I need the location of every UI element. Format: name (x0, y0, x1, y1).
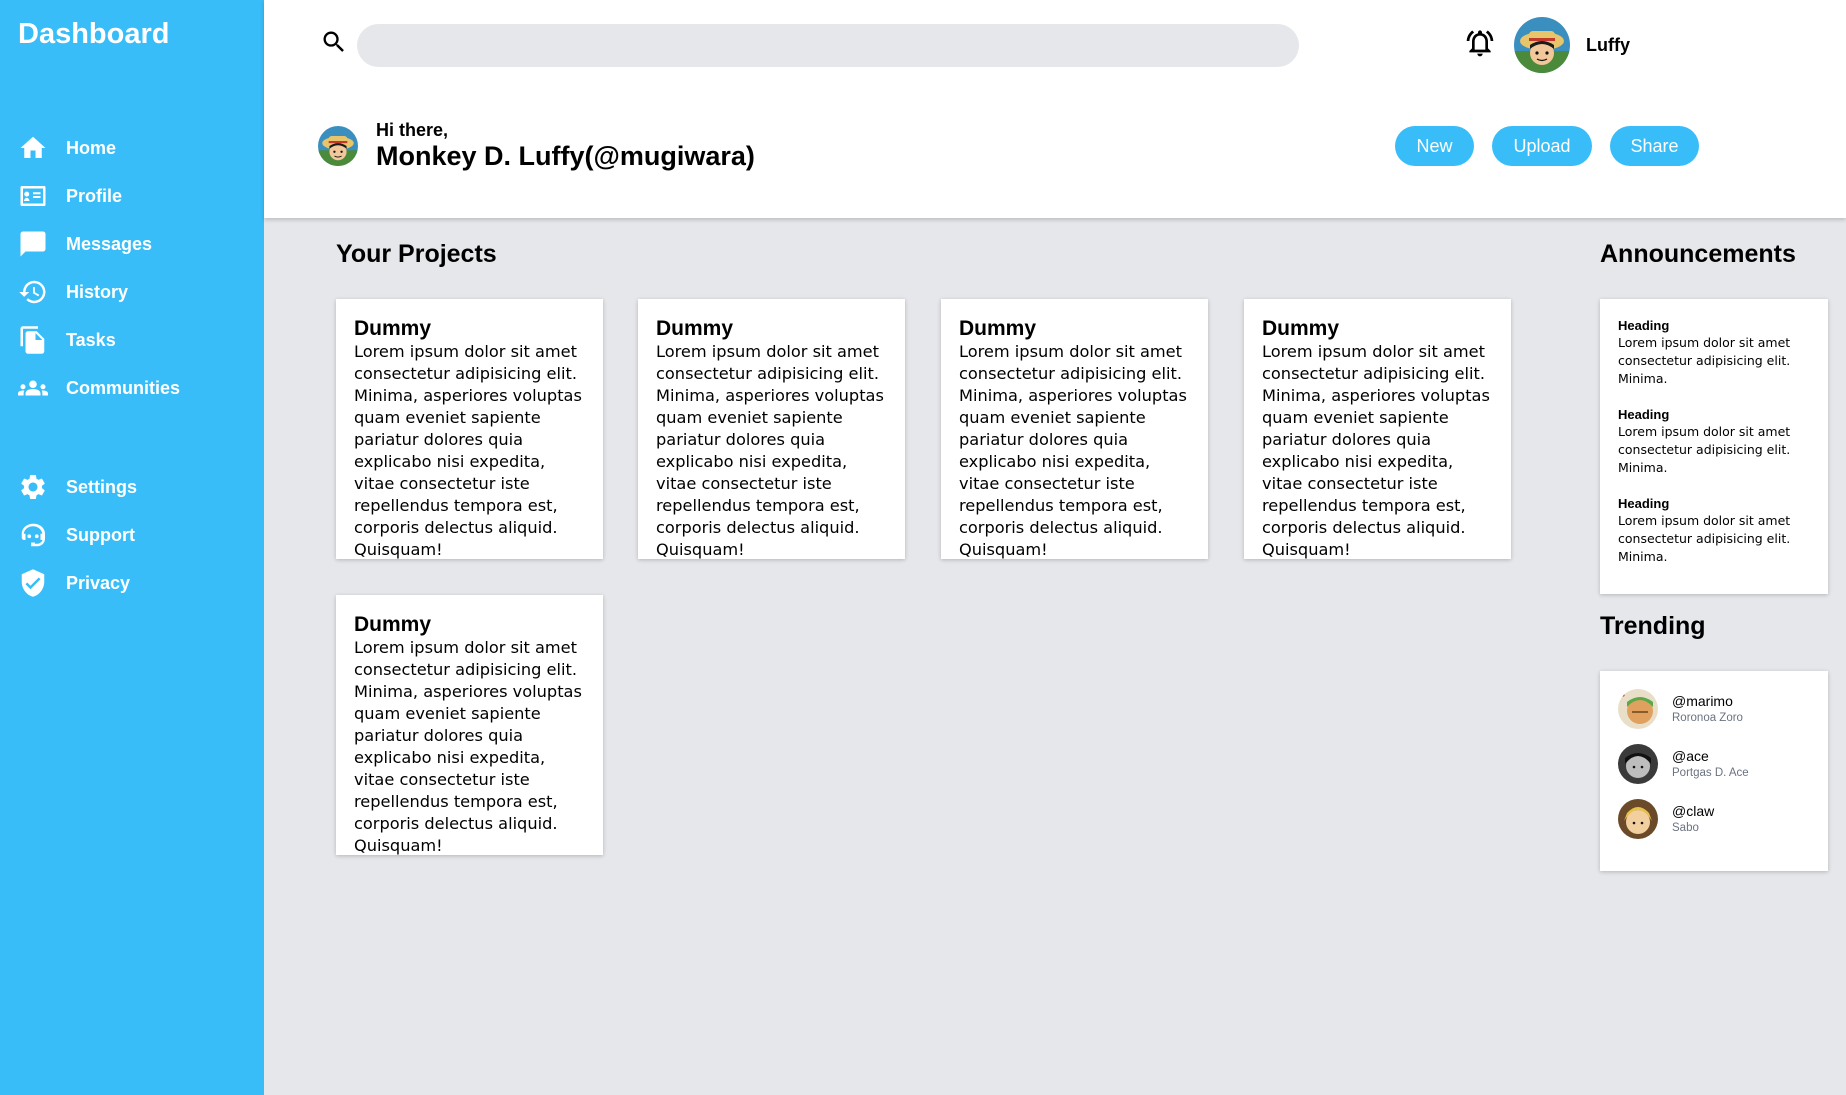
sidebar-item-home[interactable]: Home (18, 124, 258, 172)
trending-heading: Trending (1600, 612, 1706, 640)
project-card-title: Dummy (354, 317, 432, 340)
profile-card-icon (18, 181, 48, 211)
sidebar-item-history[interactable]: History (18, 268, 258, 316)
top-header: Luffy Hi there, Monkey D. Luffy(@mugiwar… (264, 0, 1846, 218)
project-card-title: Dummy (656, 317, 734, 340)
trending-avatar (1618, 689, 1658, 729)
projects-heading: Your Projects (336, 240, 497, 268)
gear-icon (18, 472, 48, 502)
shield-check-icon (18, 568, 48, 598)
trending-handle: @marimo (1672, 693, 1733, 709)
sidebar-item-label: Settings (66, 476, 138, 497)
trending-avatar (1618, 799, 1658, 839)
sidebar: Dashboard Home Profile Messages History (0, 0, 264, 1095)
trending-name: Roronoa Zoro (1672, 712, 1743, 724)
trending-user[interactable]: @claw Sabo (1618, 799, 1810, 854)
support-icon (18, 520, 48, 550)
announcement-heading: Heading (1618, 407, 1670, 422)
project-card-text: Lorem ipsum dolor sit amet consectetur a… (354, 638, 582, 855)
sidebar-item-label: Support (66, 524, 135, 545)
sidebar-item-settings[interactable]: Settings (18, 463, 258, 511)
profile-avatar (318, 126, 358, 166)
project-card-title: Dummy (354, 613, 432, 636)
people-icon (18, 373, 48, 403)
share-button[interactable]: Share (1610, 126, 1699, 166)
announcement-body: Lorem ipsum dolor sit amet consectetur a… (1618, 424, 1791, 475)
sidebar-item-support[interactable]: Support (18, 511, 258, 559)
file-icon (18, 325, 48, 355)
sidebar-nav: Home Profile Messages History Tasks Comm… (18, 124, 258, 412)
project-card-text: Lorem ipsum dolor sit amet consectetur a… (354, 342, 582, 559)
announcement-heading: Heading (1618, 496, 1670, 511)
sidebar-item-profile[interactable]: Profile (18, 172, 258, 220)
brand-title: Dashboard (18, 18, 170, 50)
upload-button[interactable]: Upload (1492, 126, 1592, 166)
announcement-item[interactable]: Heading Lorem ipsum dolor sit amet conse… (1618, 495, 1810, 566)
trending-handle: @claw (1672, 803, 1715, 819)
trending-name: Sabo (1672, 822, 1699, 834)
announcements-panel: Heading Lorem ipsum dolor sit amet conse… (1600, 299, 1828, 594)
sidebar-item-communities[interactable]: Communities (18, 364, 258, 412)
sidebar-nav-bottom: Settings Support Privacy (18, 463, 258, 607)
project-card-text: Lorem ipsum dolor sit amet consectetur a… (959, 342, 1187, 559)
sidebar-item-label: Profile (66, 185, 123, 206)
project-card[interactable]: Dummy Lorem ipsum dolor sit amet consect… (336, 299, 603, 559)
trending-avatar (1618, 744, 1658, 784)
trending-handle: @ace (1672, 748, 1709, 764)
project-card-title: Dummy (959, 317, 1037, 340)
announcement-item[interactable]: Heading Lorem ipsum dolor sit amet conse… (1618, 317, 1810, 388)
project-card-text: Lorem ipsum dolor sit amet consectetur a… (1262, 342, 1490, 559)
sidebar-item-tasks[interactable]: Tasks (18, 316, 258, 364)
sidebar-item-label: Communities (66, 377, 181, 398)
project-card[interactable]: Dummy Lorem ipsum dolor sit amet consect… (941, 299, 1208, 559)
sidebar-item-label: Privacy (66, 572, 131, 593)
greeting-text: Hi there, (376, 120, 449, 140)
sidebar-item-privacy[interactable]: Privacy (18, 559, 258, 607)
project-card-text: Lorem ipsum dolor sit amet consectetur a… (656, 342, 884, 559)
trending-user[interactable]: @ace Portgas D. Ace (1618, 744, 1810, 799)
history-icon (18, 277, 48, 307)
new-button[interactable]: New (1395, 126, 1474, 166)
project-card[interactable]: Dummy Lorem ipsum dolor sit amet consect… (638, 299, 905, 559)
announcement-body: Lorem ipsum dolor sit amet consectetur a… (1618, 513, 1791, 564)
sidebar-item-label: Tasks (66, 329, 116, 350)
trending-panel: @marimo Roronoa Zoro @ace Portgas D. Ace (1600, 671, 1828, 871)
home-icon (18, 133, 48, 163)
search-icon[interactable] (320, 28, 348, 56)
message-icon (18, 229, 48, 259)
sidebar-item-label: History (66, 281, 129, 302)
trending-name: Portgas D. Ace (1672, 767, 1749, 779)
project-card[interactable]: Dummy Lorem ipsum dolor sit amet consect… (1244, 299, 1511, 559)
project-card[interactable]: Dummy Lorem ipsum dolor sit amet consect… (336, 595, 603, 855)
profile-full-name: Monkey D. Luffy(@mugiwara) (376, 141, 755, 171)
sidebar-item-label: Home (66, 137, 117, 158)
sidebar-item-label: Messages (66, 233, 153, 254)
project-card-title: Dummy (1262, 317, 1340, 340)
user-avatar[interactable] (1514, 17, 1570, 73)
notification-bell-icon[interactable] (1464, 27, 1496, 59)
announcement-body: Lorem ipsum dolor sit amet consectetur a… (1618, 335, 1791, 386)
sidebar-item-messages[interactable]: Messages (18, 220, 258, 268)
announcements-heading: Announcements (1600, 240, 1796, 268)
announcement-heading: Heading (1618, 318, 1670, 333)
search-input[interactable] (357, 24, 1299, 67)
trending-user[interactable]: @marimo Roronoa Zoro (1618, 689, 1810, 744)
user-name: Luffy (1586, 35, 1630, 55)
announcement-item[interactable]: Heading Lorem ipsum dolor sit amet conse… (1618, 406, 1810, 477)
